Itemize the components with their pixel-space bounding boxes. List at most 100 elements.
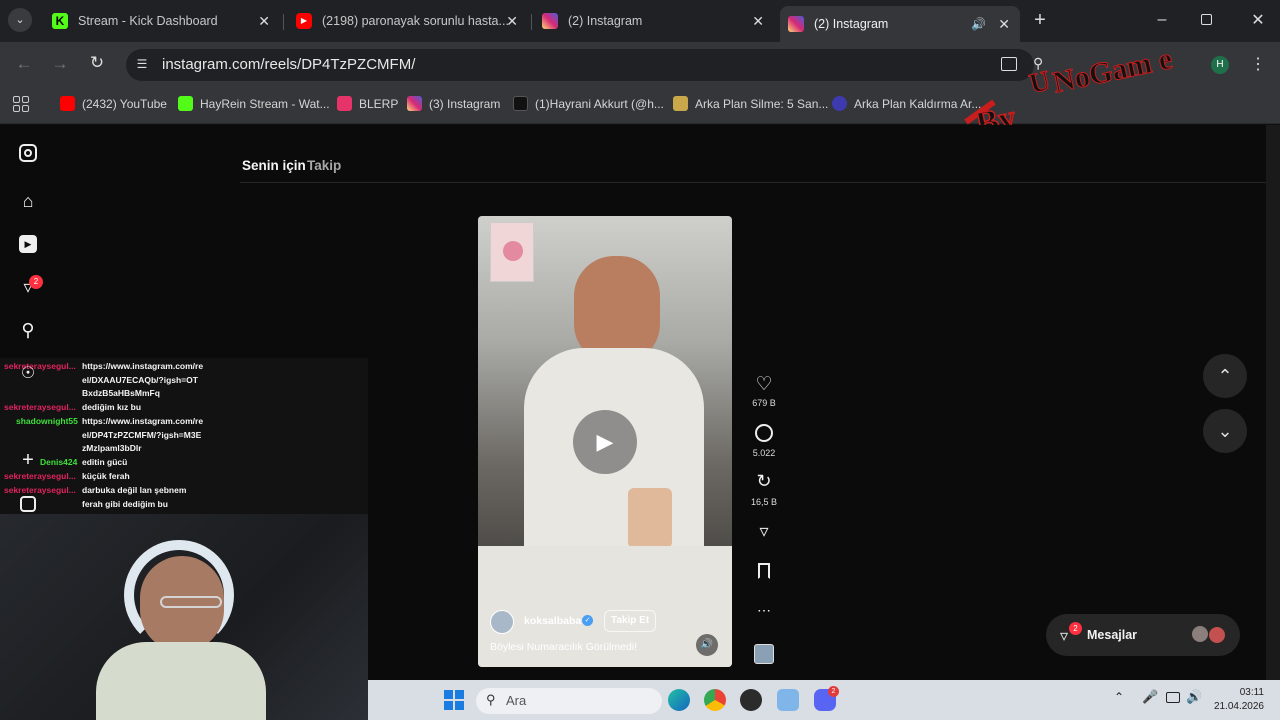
forward-button[interactable]: → [50, 54, 70, 74]
network-icon[interactable] [1166, 692, 1180, 703]
next-reel-button[interactable]: ⌄ [1203, 409, 1247, 453]
site-info-icon[interactable]: ☰ [134, 57, 150, 73]
reel-caption: Böylesi Numaracılık Görülmedi! [490, 641, 638, 653]
close-icon[interactable]: ✕ [258, 13, 270, 30]
bookmark-label: HayRein Stream - Wat... [200, 96, 330, 111]
app-icon[interactable] [777, 689, 799, 711]
tab-title: Stream - Kick Dashboard [78, 14, 218, 28]
tab-title: (2) Instagram [814, 17, 889, 31]
search-icon[interactable]: ⚲ [18, 320, 38, 340]
windows-start-icon[interactable] [444, 690, 464, 710]
tab-youtube[interactable]: ▶ (2198) paronayak sorunlu hasta... ✕ [288, 6, 528, 36]
close-icon[interactable]: ✕ [506, 13, 518, 30]
verified-icon: ✓ [582, 615, 593, 626]
chat-message: https://www.instagram.com/reel/DXAAU7ECA… [82, 361, 204, 399]
follow-button[interactable]: Takip Et [604, 610, 657, 632]
bookmark-blerp[interactable]: BLERP [337, 96, 398, 111]
messages-avatar [1192, 626, 1208, 642]
bookmark-arka-plan-silme[interactable]: Arka Plan Silme: 5 San... [673, 96, 828, 111]
feed-tabs-divider [240, 182, 1266, 183]
chat-username: sekreteraysegul... [4, 402, 76, 412]
bookmark-label: (2432) YouTube [82, 96, 167, 111]
comment-icon[interactable] [752, 424, 776, 442]
create-icon[interactable]: + [18, 450, 38, 470]
bookmark-label: BLERP [359, 96, 399, 111]
chat-username: sekreteraysegul... [4, 485, 76, 495]
volume-icon[interactable]: 🔊 [1186, 689, 1202, 705]
tab-kick[interactable]: K Stream - Kick Dashboard ✕ [44, 6, 280, 36]
instagram-logo-icon[interactable] [18, 143, 38, 163]
clock-time[interactable]: 03:11 [1212, 687, 1264, 698]
chat-username: shadownight55 [16, 416, 78, 426]
tab-separator [283, 14, 284, 30]
obs-icon[interactable] [740, 689, 762, 711]
bookmark-tiktok[interactable]: (1)Hayrani Akkurt (@h... [513, 96, 664, 111]
layers-icon [673, 96, 688, 111]
bookmark-instagram[interactable]: (3) Instagram [407, 96, 500, 111]
tab-instagram-1[interactable]: (2) Instagram ✕ [534, 6, 774, 36]
tab-title: (2198) paronayak sorunlu hasta... [322, 14, 509, 28]
home-icon[interactable]: ⌂ [18, 191, 38, 211]
reel-author-avatar[interactable] [490, 610, 514, 634]
send-icon: ▿ [1060, 628, 1069, 645]
like-icon[interactable]: ♡ [752, 373, 776, 396]
restore-button[interactable] [1201, 14, 1212, 25]
instagram-icon [788, 16, 804, 32]
audio-thumbnail[interactable] [754, 644, 774, 664]
like-count: 679 B [752, 398, 776, 408]
explore-icon[interactable]: ☉ [18, 364, 38, 384]
messages-avatar [1208, 626, 1226, 644]
reload-button[interactable]: ↻ [87, 53, 107, 73]
chevron-up-icon[interactable]: ⌃ [1114, 690, 1124, 704]
bookmark-arka-plan-kaldirma[interactable]: Arka Plan Kaldırma Ar... [832, 96, 981, 111]
back-button[interactable]: ← [14, 54, 34, 74]
chat-username: sekreteraysegul... [4, 361, 76, 371]
bookmark-label: Arka Plan Kaldırma Ar... [854, 96, 982, 111]
microphone-icon[interactable]: 🎤 [1142, 689, 1158, 705]
clock-date[interactable]: 21.04.2026 [1206, 701, 1264, 712]
page-scrollbar[interactable] [1266, 125, 1280, 680]
more-icon[interactable]: ⋯ [752, 602, 776, 619]
search-icon: ⚲ [486, 692, 496, 707]
chat-message: darbuka değil lan şebnem ferah gibi dedi… [82, 485, 187, 509]
save-icon[interactable] [752, 563, 776, 579]
tab-takip[interactable]: Takip [307, 158, 341, 173]
messages-label: Mesajlar [1087, 628, 1138, 642]
taskbar-search[interactable]: ⚲ Ara [476, 688, 662, 714]
apps-grid-icon[interactable] [13, 96, 29, 112]
minimize-button[interactable]: – [1152, 11, 1172, 29]
youtube-icon: ▶ [296, 13, 312, 29]
p-icon [832, 96, 847, 111]
reel-video[interactable]: ▶ koksalbaba ✓ Takip Et Böylesi Numaracı… [478, 216, 732, 667]
bookmark-label: Arka Plan Silme: 5 San... [695, 96, 829, 111]
reels-icon[interactable]: ▶ [18, 234, 38, 254]
mute-icon[interactable]: 🔊 [696, 634, 718, 656]
bookmark-label: (1)Hayrani Akkurt (@h... [535, 96, 664, 111]
menu-icon[interactable]: ⋮ [1250, 54, 1266, 74]
tiktok-icon [513, 96, 528, 111]
youtube-icon [60, 96, 75, 111]
chat-message: https://www.instagram.com/reel/DP4TzPZCM… [82, 416, 204, 454]
repost-icon[interactable]: ↻ [752, 471, 776, 492]
close-icon[interactable]: ✕ [752, 13, 764, 30]
chat-username: sekreteraysegul... [4, 471, 76, 481]
dashboard-icon[interactable] [18, 494, 38, 514]
play-icon[interactable]: ▶ [573, 410, 637, 474]
reel-username[interactable]: koksalbaba [524, 615, 581, 627]
chrome-icon[interactable] [704, 689, 726, 711]
edge-icon[interactable] [668, 689, 690, 711]
share-icon[interactable]: ▿ [752, 521, 776, 542]
tab-search-button[interactable]: ⌄ [8, 8, 32, 32]
bookmark-hayrein[interactable]: HayRein Stream - Wat... [178, 96, 330, 111]
url-text[interactable]: instagram.com/reels/DP4TzPZCMFM/ [162, 56, 415, 73]
close-window-button[interactable]: ✕ [1248, 10, 1268, 30]
kick-icon [178, 96, 193, 111]
previous-reel-button[interactable]: ⌃ [1203, 354, 1247, 398]
instagram-icon [407, 96, 422, 111]
tab-senin-icin[interactable]: Senin için [242, 158, 306, 173]
comment-count: 5.022 [752, 448, 776, 458]
streamer-shirt [96, 642, 266, 720]
bookmark-youtube[interactable]: (2432) YouTube [60, 96, 167, 111]
new-tab-button[interactable]: + [1030, 9, 1050, 31]
speaker-icon[interactable]: 🔊 [971, 17, 986, 31]
